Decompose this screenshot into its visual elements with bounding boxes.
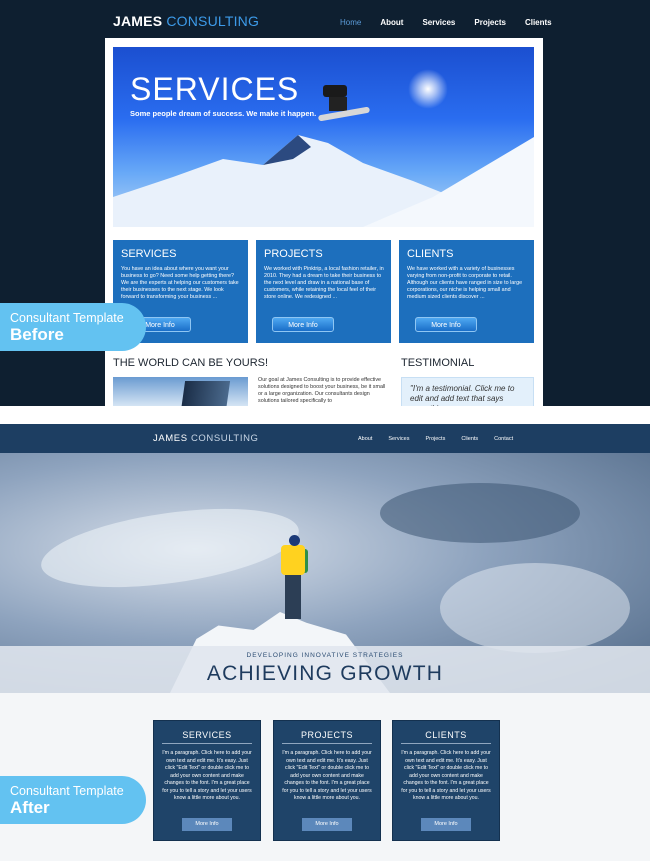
site-header: JAMES CONSULTING About Services Projects… [0,424,650,453]
card-body: We have worked with a variety of busines… [407,266,523,300]
card-title: CLIENTS [407,248,454,260]
card-title: SERVICES [121,248,177,260]
nav-services[interactable]: Services [388,436,409,442]
snowboarder-figure [318,85,370,121]
card-divider [282,743,372,744]
site-logo[interactable]: JAMES CONSULTING [153,433,259,444]
card-title: SERVICES [182,730,232,740]
more-info-button[interactable]: More Info [182,818,232,831]
nav-clients[interactable]: Clients [525,18,552,27]
legs [285,575,301,619]
ice-patch [36,495,304,601]
climber-figure [276,535,312,635]
about-paragraph: Our goal at James Consulting is to provi… [258,377,386,404]
nav-projects[interactable]: Projects [425,436,445,442]
top-nav: Home About Services Projects Clients [340,18,571,27]
dark-water [380,483,580,543]
nav-projects[interactable]: Projects [474,18,506,27]
building-shape [180,381,231,406]
logo-brand: JAMES [113,13,163,29]
card-projects: PROJECTS I'm a paragraph. Click here to … [273,720,381,841]
testimonial-text: "I'm a testimonial. Click me to edit and… [410,384,515,406]
hero-caption-band: DEVELOPING INNOVATIVE STRATEGIES ACHIEVI… [0,646,650,693]
ice-patch [440,563,630,653]
card-title: PROJECTS [300,730,353,740]
jacket [281,545,305,575]
logo-accent: CONSULTING [190,433,259,444]
after-badge: Consultant Template After [0,776,146,824]
hero-subtitle: Some people dream of success. We make it… [130,109,317,118]
city-thumbnail [113,377,248,406]
feature-cards: SERVICES You have an idea about where yo… [113,240,534,343]
card-body: I'm a paragraph. Click here to add your … [401,750,491,801]
section-heading-world: THE WORLD CAN BE YOURS! [113,357,269,369]
card-clients: CLIENTS I'm a paragraph. Click here to a… [392,720,500,841]
nav-about[interactable]: About [358,436,372,442]
site-logo[interactable]: JAMES CONSULTING [113,13,259,29]
nav-about[interactable]: About [380,18,403,27]
before-badge: Consultant Template Before [0,303,146,351]
card-divider [162,743,252,744]
nav-services[interactable]: Services [422,18,455,27]
card-body: I'm a paragraph. Click here to add your … [282,750,372,801]
badge-line1: Consultant Template [10,311,124,325]
badge-line1: Consultant Template [10,784,124,798]
helmet [289,535,300,546]
more-info-button[interactable]: More Info [421,818,471,831]
card-body: You have an idea about where you want yo… [121,266,239,300]
testimonial-box[interactable]: "I'm a testimonial. Click me to edit and… [401,377,534,406]
card-title: PROJECTS [264,248,323,260]
logo-accent: CONSULTING [166,13,260,29]
nav-home[interactable]: Home [340,18,361,27]
card-projects: PROJECTS We worked with Pinktrip, a loca… [256,240,391,343]
more-info-button[interactable]: More Info [272,317,334,332]
more-info-button[interactable]: More Info [302,818,352,831]
hero-banner: SERVICES Some people dream of success. W… [113,47,534,227]
card-title: CLIENTS [425,730,467,740]
hero-title: ACHIEVING GROWTH [206,662,444,685]
badge-line2: Before [10,325,64,344]
hero-kicker: DEVELOPING INNOVATIVE STRATEGIES [246,652,404,659]
card-body: I'm a paragraph. Click here to add your … [162,750,252,801]
nav-contact[interactable]: Contact [494,436,513,442]
top-nav: About Services Projects Clients Contact [358,436,529,442]
badge-line2: After [10,798,50,817]
card-body: We worked with Pinktrip, a local fashion… [264,266,384,300]
card-clients: CLIENTS We have worked with a variety of… [399,240,534,343]
more-info-button[interactable]: More Info [415,317,477,332]
hero-title: SERVICES [130,71,300,107]
section-heading-testimonial: TESTIMONIAL [401,357,475,369]
nav-clients[interactable]: Clients [461,436,478,442]
logo-brand: JAMES [153,433,188,444]
card-services: SERVICES I'm a paragraph. Click here to … [153,720,261,841]
card-divider [401,743,491,744]
